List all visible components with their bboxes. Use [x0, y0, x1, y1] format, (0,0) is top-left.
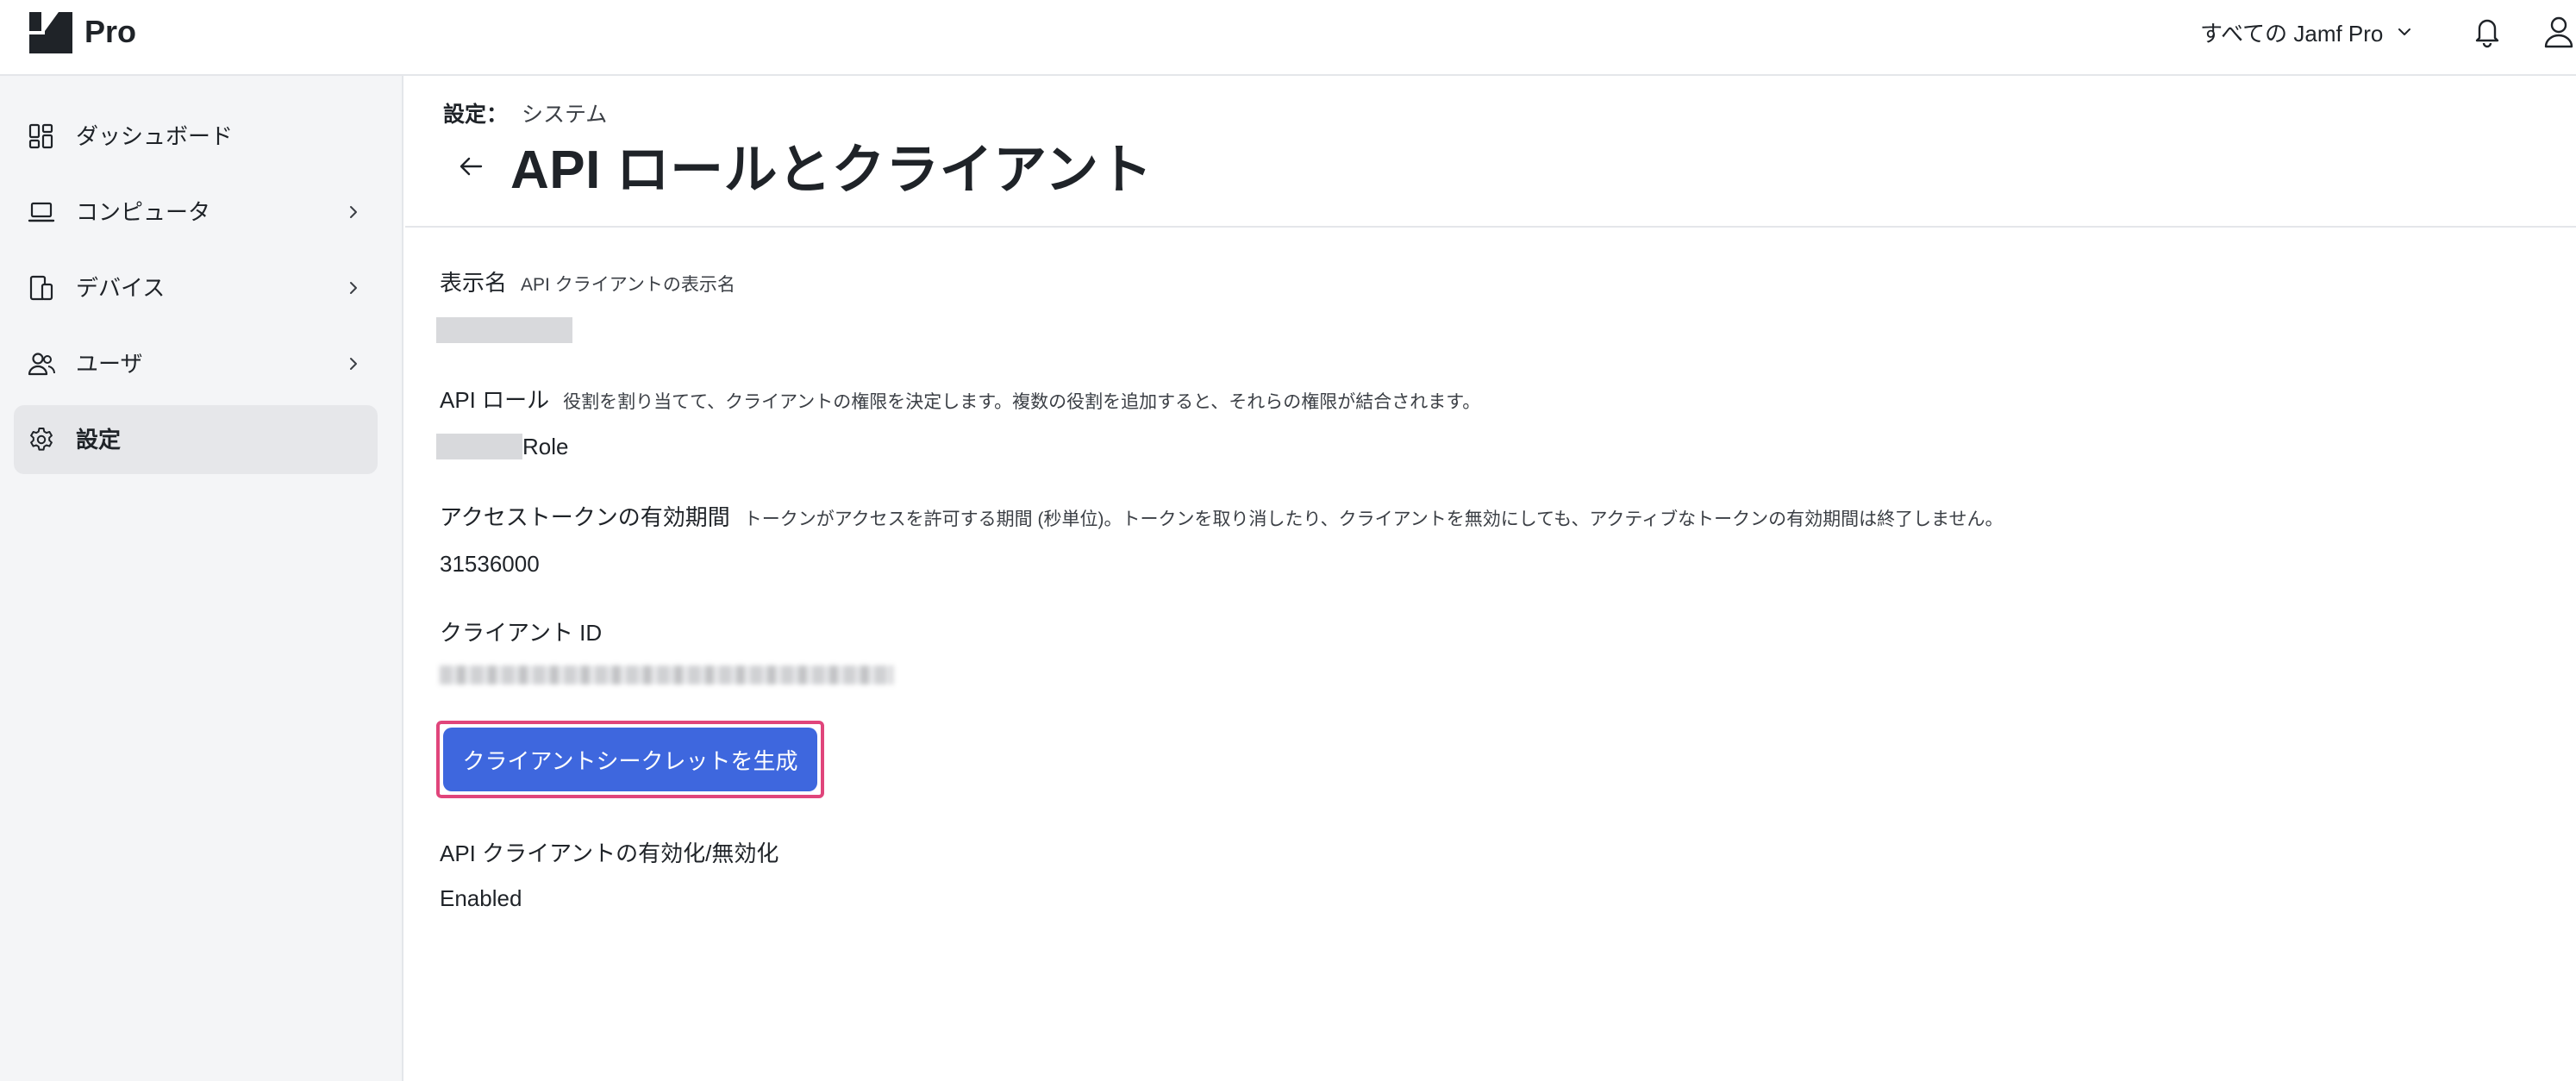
sidebar-item-label: デバイス	[76, 275, 166, 301]
role-suffix: Role	[522, 434, 569, 459]
breadcrumb-section[interactable]: システム	[522, 100, 607, 129]
back-arrow-icon[interactable]	[457, 152, 486, 181]
sidebar-item-users[interactable]: ユーザ	[14, 329, 378, 398]
scope-selector-label: すべての Jamf Pro	[2200, 20, 2384, 47]
breadcrumb-prefix: 設定：	[443, 103, 509, 127]
token-lifetime-help: トークンがアクセスを許可する期間 (秒単位)。トークンを取り消したり、クライアン…	[743, 509, 2004, 529]
notification-bell-icon[interactable]	[2471, 14, 2504, 48]
enable-client-label: API クライアントの有効化/無効化	[440, 840, 779, 866]
token-lifetime-field: アクセストークンの有効期間 トークンがアクセスを許可する期間 (秒単位)。トークン…	[440, 502, 2004, 535]
client-id-blurred-value	[440, 665, 893, 684]
jamf-logo-icon[interactable]	[29, 12, 72, 53]
dashboard-icon	[28, 123, 53, 149]
sidebar-item-label: 設定	[76, 427, 122, 453]
chevron-down-icon	[2398, 28, 2411, 35]
client-id-label: クライアント ID	[440, 620, 603, 646]
page-title: API ロールとクライアント	[510, 141, 1154, 200]
users-icon	[28, 353, 55, 376]
top-bar: Pro すべての Jamf Pro	[0, 0, 2576, 76]
api-roles-value: Role	[436, 431, 568, 462]
scope-selector[interactable]: すべての Jamf Pro	[2200, 14, 2414, 50]
api-roles-help: 役割を割り当てて、クライアントの権限を決定します。複数の役割を追加すると、それら…	[563, 392, 1481, 412]
display-name-redacted	[436, 317, 572, 343]
display-name-label: 表示名	[440, 270, 508, 296]
devices-icon	[29, 275, 53, 301]
brand-name: Pro	[84, 14, 137, 49]
breadcrumb: 設定： システム	[443, 100, 607, 129]
gear-icon	[30, 428, 53, 451]
api-roles-label: API ロール	[440, 387, 550, 413]
role-name-redacted	[436, 434, 522, 459]
page-header: 設定： システム API ロールとクライアント	[405, 76, 2576, 228]
chevron-right-icon	[350, 206, 357, 218]
token-lifetime-label: アクセストークンの有効期間	[440, 504, 730, 530]
chevron-right-icon	[350, 282, 357, 294]
api-roles-field: API ロール 役割を割り当てて、クライアントの権限を決定します。複数の役割を追加…	[440, 384, 1480, 418]
display-name-help: API クライアントの表示名	[521, 275, 735, 295]
enable-client-value: Enabled	[440, 885, 522, 911]
sidebar-item-computers[interactable]: コンピュータ	[14, 178, 378, 247]
sidebar-item-label: ユーザ	[76, 351, 143, 377]
sidebar-item-settings[interactable]: 設定	[14, 405, 378, 474]
chevron-right-icon	[350, 358, 357, 370]
display-name-field: 表示名 API クライアントの表示名	[440, 267, 735, 301]
user-profile-icon[interactable]	[2542, 14, 2576, 50]
laptop-icon	[28, 202, 55, 222]
sidebar: ダッシュボード コンピュータ デバイス ユーザ 設定	[0, 76, 403, 1081]
generate-client-secret-button[interactable]: クライアントシークレットを生成	[443, 728, 817, 791]
sidebar-item-label: コンピュータ	[76, 199, 211, 225]
sidebar-item-devices[interactable]: デバイス	[14, 253, 378, 322]
sidebar-item-label: ダッシュボード	[76, 123, 234, 149]
sidebar-item-dashboard[interactable]: ダッシュボード	[14, 102, 378, 171]
token-lifetime-value: 31536000	[440, 551, 540, 577]
main-content: 設定： システム API ロールとクライアント 表示名 API クライアントの表示…	[405, 76, 2576, 1081]
